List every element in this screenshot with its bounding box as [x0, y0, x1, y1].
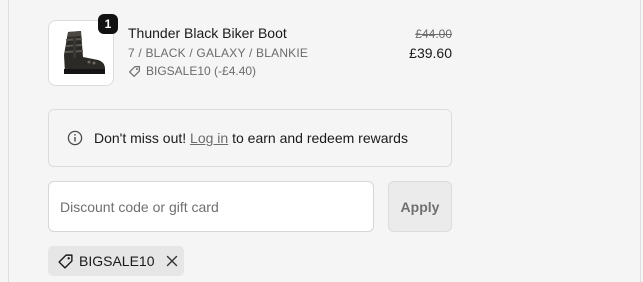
info-icon: [67, 130, 83, 146]
panel-border-left: [8, 0, 9, 282]
tag-icon: [58, 253, 73, 269]
discount-code-input[interactable]: [48, 181, 374, 232]
applied-discount-code: BIGSALE10: [79, 253, 155, 269]
item-discount: BIGSALE10 (-£4.40): [128, 64, 256, 78]
product-variant: 7 / BLACK / GALAXY / BLANKIE: [128, 46, 309, 60]
close-icon: [166, 255, 177, 267]
quantity-badge: 1: [98, 14, 118, 34]
item-discount-label: BIGSALE10 (-£4.40): [146, 64, 257, 78]
product-name: Thunder Black Biker Boot: [128, 25, 287, 41]
login-link[interactable]: Log in: [190, 130, 228, 146]
tag-icon: [129, 65, 140, 77]
applied-discount-chip: BIGSALE10: [48, 246, 184, 276]
rewards-notice-suffix: to earn and redeem rewards: [232, 130, 408, 146]
panel-border-right: [640, 0, 641, 282]
apply-button[interactable]: Apply: [388, 181, 452, 232]
rewards-notice-text: Don't miss out! Log in to earn and redee…: [94, 130, 408, 146]
sale-price: £39.60: [409, 45, 452, 61]
rewards-notice: Don't miss out! Log in to earn and redee…: [48, 109, 452, 167]
remove-discount-button[interactable]: [166, 255, 178, 267]
rewards-notice-prefix: Don't miss out!: [94, 130, 187, 146]
original-price: £44.00: [415, 27, 452, 41]
